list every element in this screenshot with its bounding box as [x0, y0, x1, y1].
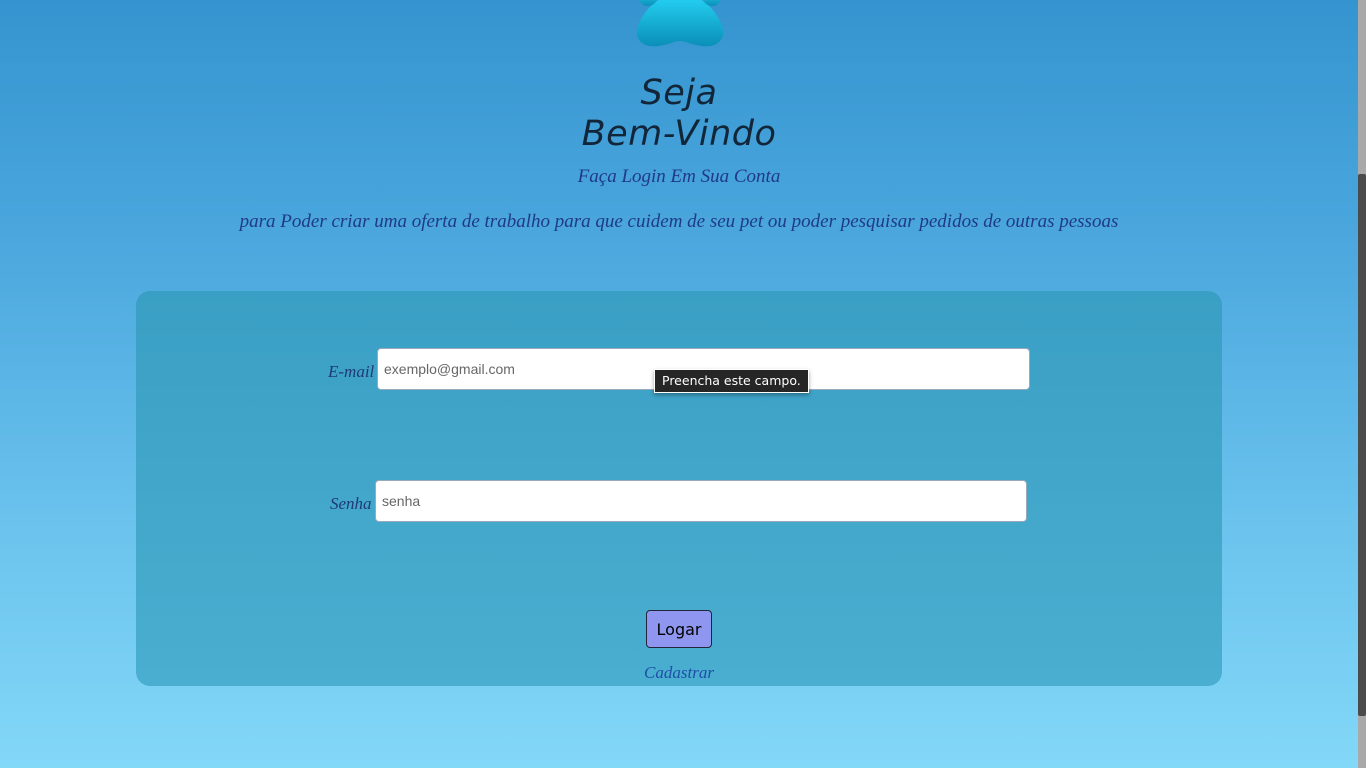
title-line-2: Bem-Vindo: [581, 114, 777, 154]
page-title: Seja Bem-Vindo: [0, 73, 1358, 155]
login-button[interactable]: Logar: [646, 610, 712, 648]
validation-tooltip: Preencha este campo.: [654, 369, 809, 393]
register-link[interactable]: Cadastrar: [0, 663, 1358, 683]
title-line-1: Seja: [640, 73, 718, 113]
email-label: E-mail: [328, 362, 375, 381]
page-subtitle: Faça Login Em Sua Conta: [577, 166, 781, 187]
scrollbar-thumb[interactable]: [1358, 174, 1366, 716]
password-input[interactable]: [375, 480, 1027, 522]
page-description: para Poder criar uma oferta de trabalho …: [239, 211, 1119, 232]
password-label: Senha: [330, 494, 372, 513]
paw-icon: [636, 0, 724, 47]
